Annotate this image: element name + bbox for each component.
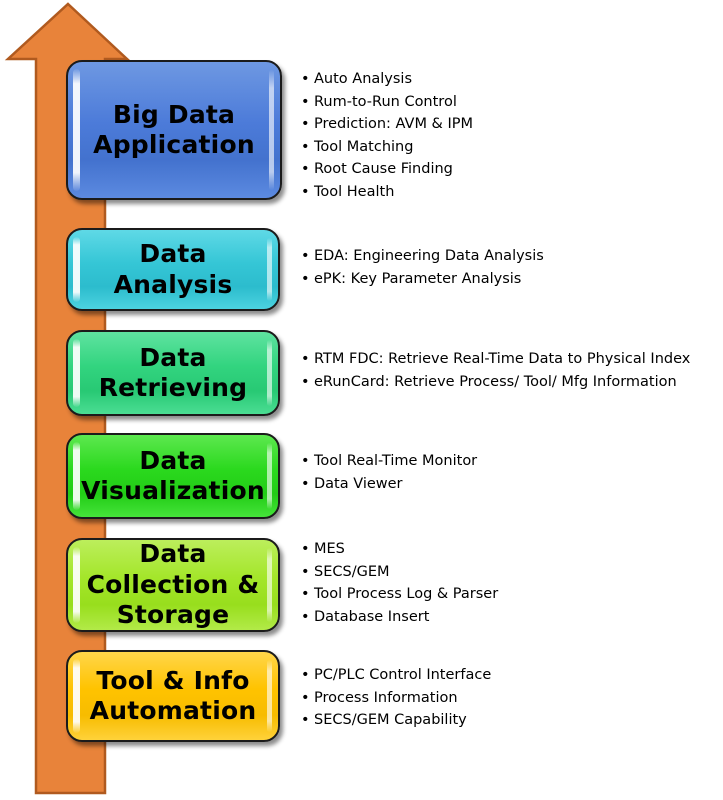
layer-box-data-visualization[interactable]: Data Visualization bbox=[66, 433, 280, 519]
list-item: Tool Health bbox=[301, 181, 701, 204]
layer-bullets-tool-info-automation: PC/PLC Control Interface Process Informa… bbox=[301, 664, 701, 732]
layer-title-data-collection-storage: Data Collection & Storage bbox=[86, 539, 260, 630]
layer-title-data-analysis: Data Analysis bbox=[113, 239, 233, 299]
list-item: Root Cause Finding bbox=[301, 158, 701, 181]
layer-bullets-data-visualization: Tool Real-Time Monitor Data Viewer bbox=[301, 450, 701, 495]
list-item: Tool Matching bbox=[301, 136, 701, 159]
layer-box-tool-info-automation[interactable]: Tool & Info Automation bbox=[66, 650, 280, 742]
layer-bullets-big-data-application: Auto Analysis Rum-to-Run Control Predict… bbox=[301, 68, 701, 203]
layer-box-big-data-application[interactable]: Big Data Application bbox=[66, 60, 282, 200]
list-item: Database Insert bbox=[301, 606, 701, 629]
layer-box-data-analysis[interactable]: Data Analysis bbox=[66, 228, 280, 311]
list-item: Tool Process Log & Parser bbox=[301, 583, 701, 606]
layer-box-data-collection-storage[interactable]: Data Collection & Storage bbox=[66, 538, 280, 632]
list-item: EDA: Engineering Data Analysis bbox=[301, 245, 701, 268]
layer-title-data-retrieving: Data Retrieving bbox=[98, 342, 248, 403]
layer-box-data-retrieving[interactable]: Data Retrieving bbox=[66, 330, 280, 416]
list-item: Data Viewer bbox=[301, 473, 701, 496]
list-item: PC/PLC Control Interface bbox=[301, 664, 701, 687]
list-item: Auto Analysis bbox=[301, 68, 701, 91]
list-item: eRunCard: Retrieve Process/ Tool/ Mfg In… bbox=[301, 371, 721, 394]
layer-title-tool-info-automation: Tool & Info Automation bbox=[89, 665, 257, 726]
layer-bullets-data-retrieving: RTM FDC: Retrieve Real-Time Data to Phys… bbox=[301, 348, 721, 393]
list-item: Tool Real-Time Monitor bbox=[301, 450, 701, 473]
layer-bullets-data-analysis: EDA: Engineering Data Analysis ePK: Key … bbox=[301, 245, 701, 290]
layer-title-big-data-application: Big Data Application bbox=[93, 99, 255, 160]
layer-bullets-data-collection-storage: MES SECS/GEM Tool Process Log & Parser D… bbox=[301, 538, 701, 628]
list-item: Prediction: AVM & IPM bbox=[301, 113, 701, 136]
layered-architecture-diagram: Big Data Application Auto Analysis Rum-t… bbox=[0, 0, 723, 800]
list-item: ePK: Key Parameter Analysis bbox=[301, 268, 701, 291]
list-item: Process Information bbox=[301, 687, 701, 710]
list-item: MES bbox=[301, 538, 701, 561]
list-item: Rum-to-Run Control bbox=[301, 91, 701, 114]
layer-title-data-visualization: Data Visualization bbox=[81, 445, 265, 506]
list-item: RTM FDC: Retrieve Real-Time Data to Phys… bbox=[301, 348, 721, 371]
list-item: SECS/GEM Capability bbox=[301, 709, 701, 732]
list-item: SECS/GEM bbox=[301, 561, 701, 584]
